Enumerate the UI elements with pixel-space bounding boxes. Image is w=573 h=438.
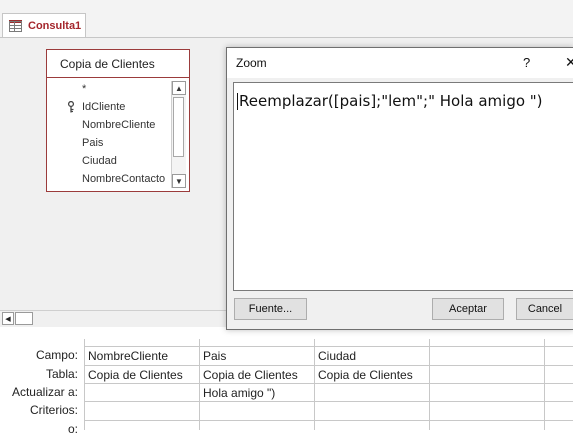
field-item-nombrecliente[interactable]: NombreCliente xyxy=(47,116,171,134)
field-list-scrollbar[interactable]: ▲ ▼ xyxy=(171,81,186,188)
design-grid-cells: NombreCliente Copia de Clientes Pais Cop… xyxy=(84,339,573,430)
grid-cell-field[interactable]: Ciudad xyxy=(318,347,428,365)
font-button[interactable]: Fuente... xyxy=(234,298,307,320)
cancel-button[interactable]: Cancel xyxy=(516,298,573,320)
tab-label: Consulta1 xyxy=(28,19,82,32)
row-label-tabla: Tabla: xyxy=(45,367,78,381)
zoom-titlebar[interactable]: Zoom ? ✕ xyxy=(227,48,573,78)
text-caret xyxy=(237,93,238,110)
zoom-title: Zoom xyxy=(236,56,267,70)
field-list-title[interactable]: Copia de Clientes xyxy=(47,50,189,78)
grid-cell-table[interactable]: Copia de Clientes xyxy=(318,366,428,384)
field-item-ciudad[interactable]: Ciudad xyxy=(47,152,171,170)
row-label-criterios: Criterios: xyxy=(29,403,78,417)
grid-cell-update[interactable]: Hola amigo ") xyxy=(203,384,313,402)
grid-cell-table[interactable]: Copia de Clientes xyxy=(203,366,313,384)
row-label-campo: Campo: xyxy=(35,348,78,362)
field-item-label: IdCliente xyxy=(82,101,126,113)
grid-cell-update[interactable] xyxy=(88,384,198,402)
tab-consulta1[interactable]: Consulta1 xyxy=(2,13,86,37)
zoom-dialog: Zoom ? ✕ Reemplazar([pais];"lem";" Hola … xyxy=(226,47,573,330)
field-item-nombrecontacto[interactable]: NombreContacto xyxy=(47,170,171,188)
grid-cell-table[interactable]: Copia de Clientes xyxy=(88,366,198,384)
scroll-left-arrow-icon[interactable]: ◀ xyxy=(2,312,14,325)
scroll-up-arrow-icon[interactable]: ▲ xyxy=(172,81,186,95)
zoom-expression-text: Reemplazar([pais];"lem";" Hola amigo ") xyxy=(239,92,543,110)
grid-cell-update[interactable] xyxy=(318,384,428,402)
document-tab-strip: Consulta1 xyxy=(0,0,573,38)
horizontal-scroll-thumb[interactable] xyxy=(15,312,33,325)
row-label-o: o: xyxy=(67,422,78,436)
field-list-copia-de-clientes[interactable]: Copia de Clientes * IdCliente NombreClie… xyxy=(46,49,190,192)
row-label-actualizar: Actualizar a: xyxy=(11,385,78,399)
primary-key-icon xyxy=(67,101,75,113)
help-icon[interactable]: ? xyxy=(523,55,530,70)
design-grid: Campo: Tabla: Actualizar a: Criterios: o… xyxy=(0,339,573,436)
ok-button[interactable]: Aceptar xyxy=(432,298,504,320)
close-icon[interactable]: ✕ xyxy=(565,54,573,71)
grid-cell-field[interactable]: Pais xyxy=(203,347,313,365)
zoom-expression-textbox[interactable]: Reemplazar([pais];"lem";" Hola amigo ") xyxy=(233,82,573,291)
scroll-down-arrow-icon[interactable]: ▼ xyxy=(172,174,186,188)
grid-cell-field[interactable]: NombreCliente xyxy=(88,347,198,365)
field-item-pais[interactable]: Pais xyxy=(47,134,171,152)
scroll-thumb[interactable] xyxy=(173,97,184,157)
field-item-idcliente[interactable]: IdCliente xyxy=(47,98,171,116)
field-item-asterisk[interactable]: * xyxy=(47,80,171,98)
field-list-items: * IdCliente NombreCliente Pais Ciudad No… xyxy=(47,80,171,188)
query-icon xyxy=(9,19,22,32)
